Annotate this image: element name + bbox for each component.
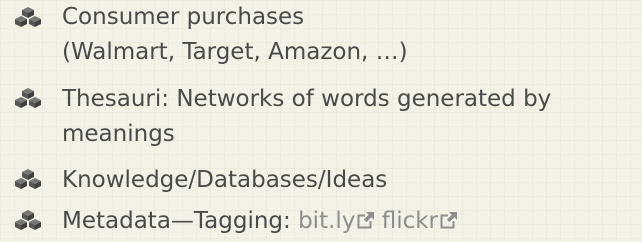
bullet-text-line: Metadata—Tagging: bit.ly flickr bbox=[62, 204, 458, 239]
bullet-text-line: Knowledge/Databases/Ideas bbox=[62, 167, 388, 193]
bullet-text-line: Consumer purchases bbox=[62, 4, 305, 30]
flickr-link[interactable]: flickr bbox=[382, 208, 458, 234]
bullet-text-line: Thesauri: Networks of words generated by bbox=[62, 86, 552, 112]
external-link-icon[interactable] bbox=[357, 212, 375, 229]
cubes-icon bbox=[15, 88, 41, 108]
bitly-link[interactable]: bit.ly bbox=[298, 208, 375, 234]
bullet-text-line: (Walmart, Target, Amazon, …) bbox=[62, 39, 408, 65]
external-link-icon[interactable] bbox=[440, 212, 458, 229]
cubes-icon bbox=[15, 210, 41, 230]
flickr-link-text[interactable]: flickr bbox=[382, 208, 438, 234]
cubes-icon bbox=[15, 169, 41, 189]
bullet-text-line: meanings bbox=[62, 121, 175, 147]
slide: Consumer purchases (Walmart, Target, Ama… bbox=[0, 0, 642, 242]
metadata-label: Metadata—Tagging: bbox=[62, 208, 299, 234]
bitly-link-text[interactable]: bit.ly bbox=[298, 208, 355, 234]
cubes-icon bbox=[15, 7, 41, 27]
